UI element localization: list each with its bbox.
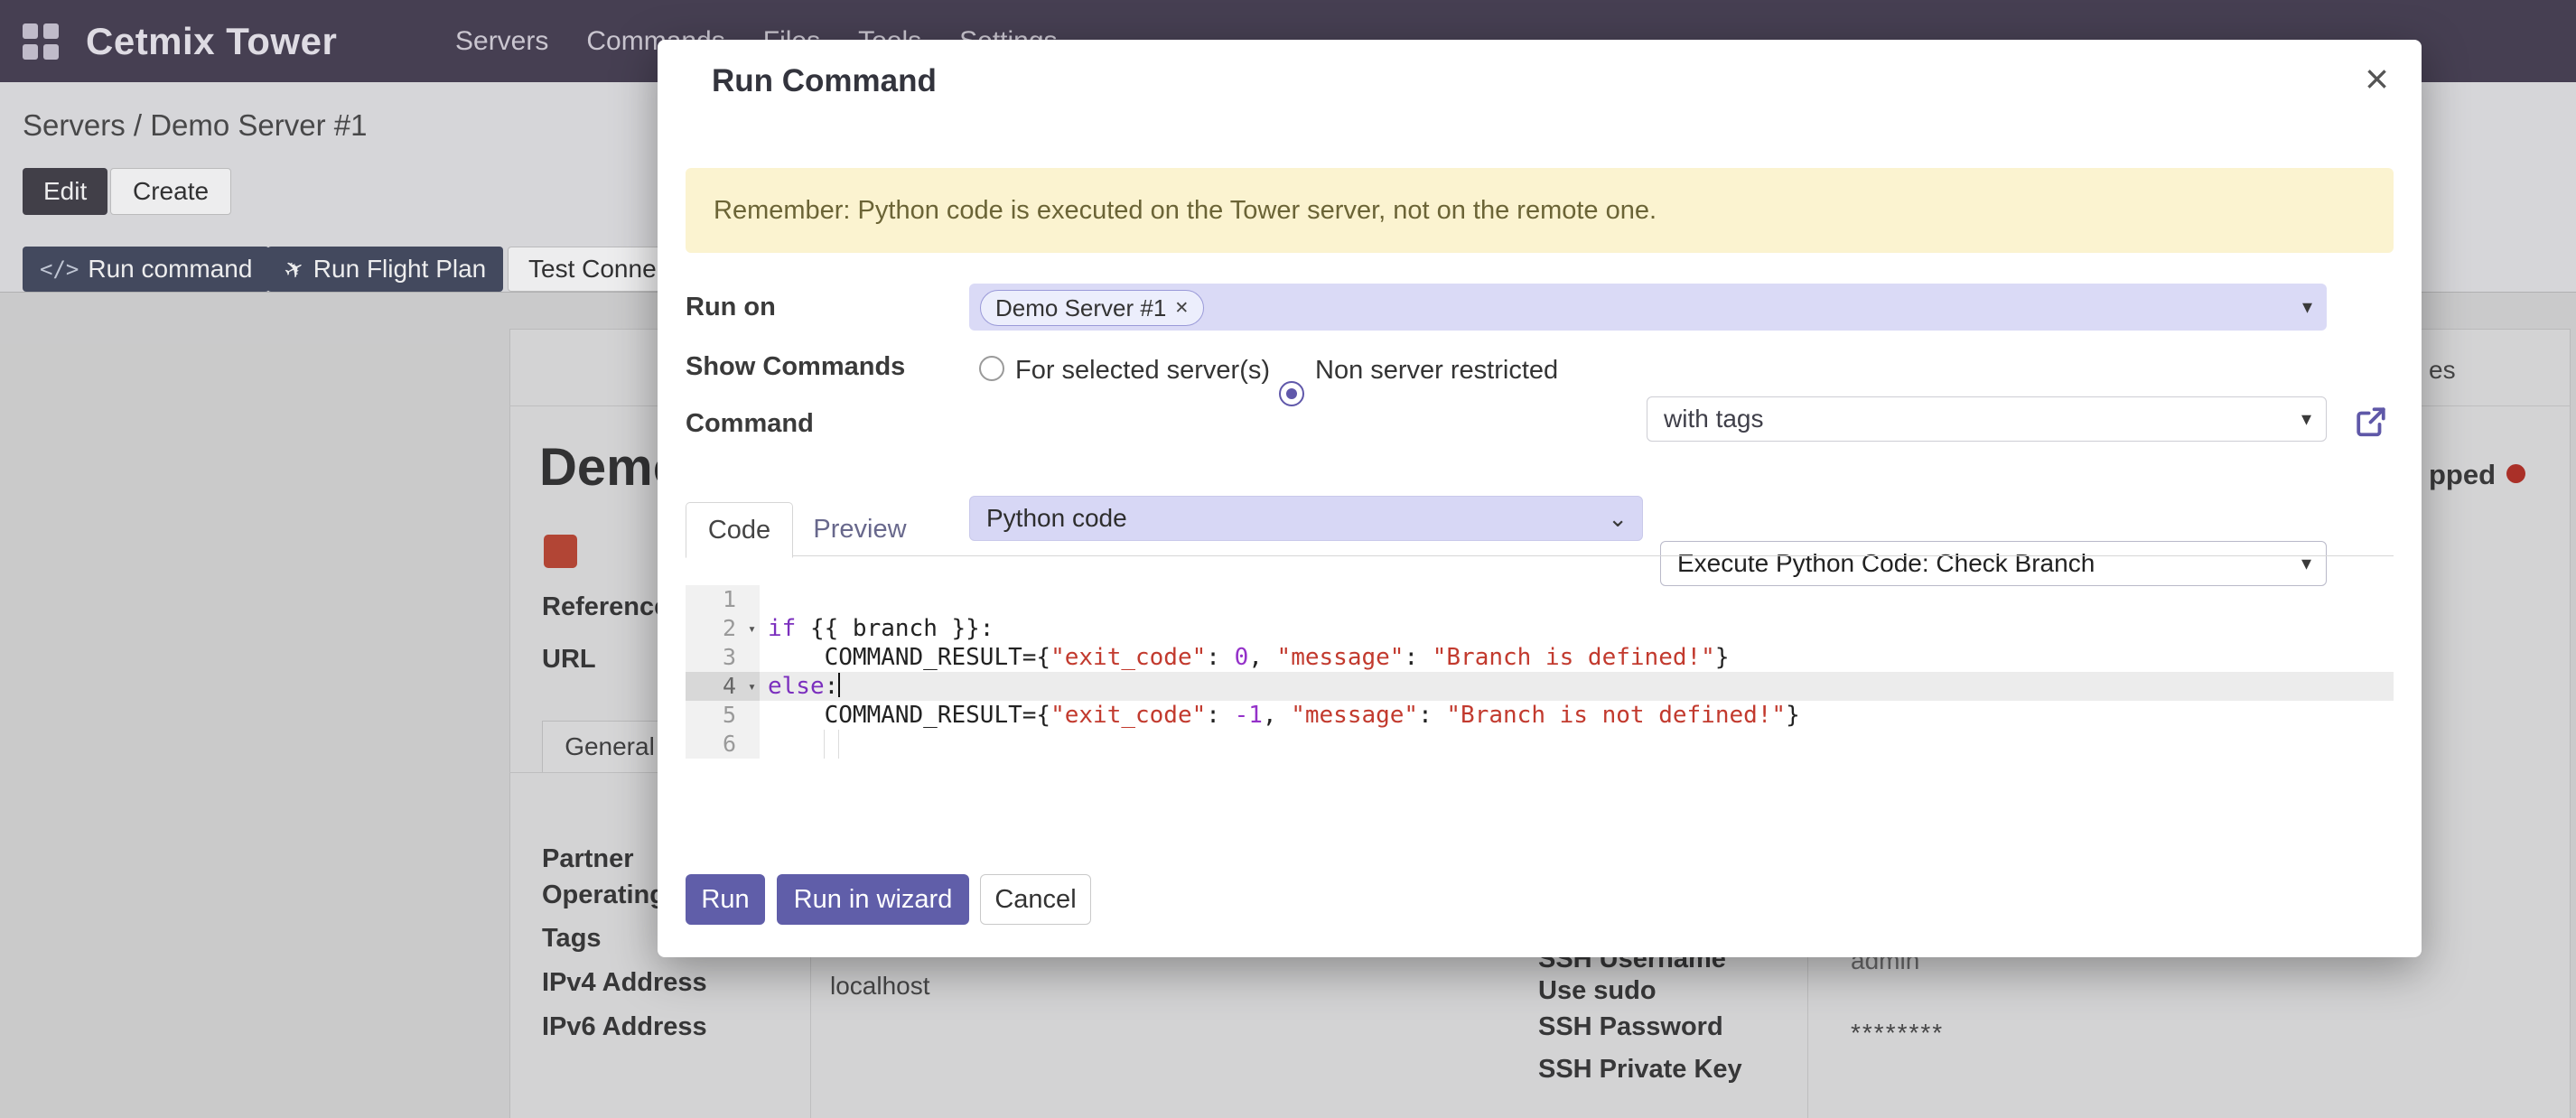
run-command-modal: Run Command × Remember: Python code is e… (658, 40, 2422, 957)
run-on-label: Run on (686, 293, 776, 322)
tab-preview[interactable]: Preview (807, 502, 913, 556)
tag-remove-icon[interactable]: ✕ (1174, 298, 1189, 319)
close-icon[interactable]: × (2359, 52, 2394, 105)
command-label: Command (686, 409, 814, 439)
indent-guide (838, 730, 839, 759)
python-warning-alert: Remember: Python code is executed on the… (686, 168, 2394, 253)
radio-non-restricted-label[interactable]: Non server restricted (1315, 356, 1558, 386)
gutter-line-1[interactable]: 1 (686, 585, 760, 614)
modal-title: Run Command (712, 63, 937, 99)
show-commands-label: Show Commands (686, 352, 905, 382)
gutter-line-2[interactable]: 2▾ (686, 614, 760, 643)
fold-toggle-icon[interactable]: ▾ (748, 672, 756, 701)
cancel-button[interactable]: Cancel (980, 874, 1091, 925)
code-line-4[interactable]: else: (760, 672, 2394, 701)
run-button[interactable]: Run (686, 874, 765, 925)
tags-filter-select[interactable]: with tags ▾ (1647, 396, 2327, 442)
text-cursor (838, 673, 840, 697)
radio-non-restricted[interactable] (1279, 381, 1304, 406)
chevron-down-icon[interactable]: ▾ (2301, 409, 2311, 429)
gutter-line-5[interactable]: 5 (686, 701, 760, 730)
editor-gutter: 12▾34▾56 (686, 585, 760, 759)
gutter-line-4[interactable]: 4▾ (686, 672, 760, 701)
radio-selected-servers-label[interactable]: For selected server(s) (1015, 356, 1270, 386)
code-line-5[interactable]: COMMAND_RESULT={"exit_code": -1, "messag… (760, 701, 2394, 730)
code-line-3[interactable]: COMMAND_RESULT={"exit_code": 0, "message… (760, 643, 2394, 672)
code-line-2[interactable]: if {{ branch }}: (760, 614, 2394, 643)
server-tag[interactable]: Demo Server #1 ✕ (980, 290, 1204, 326)
chevron-down-icon[interactable]: ▾ (2302, 297, 2312, 317)
run-on-field[interactable]: Demo Server #1 ✕ ▾ (969, 284, 2327, 331)
modal-tabs: Code Preview (686, 502, 2394, 556)
run-in-wizard-button[interactable]: Run in wizard (777, 874, 969, 925)
editor-code[interactable]: if {{ branch }}: COMMAND_RESULT={"exit_c… (760, 585, 2394, 759)
fold-toggle-icon[interactable]: ▾ (748, 614, 756, 643)
external-link-icon[interactable] (2354, 405, 2388, 439)
indent-guide (824, 730, 825, 759)
gutter-line-3[interactable]: 3 (686, 643, 760, 672)
code-line-1[interactable] (760, 585, 2394, 614)
chevron-down-icon[interactable]: ▾ (2301, 554, 2311, 573)
radio-selected-servers[interactable] (979, 356, 1004, 381)
gutter-line-6[interactable]: 6 (686, 730, 760, 759)
application-window: Cetmix Tower Servers Commands Files Tool… (0, 0, 2576, 1118)
tab-code[interactable]: Code (686, 502, 793, 558)
code-line-6[interactable] (760, 730, 2394, 759)
